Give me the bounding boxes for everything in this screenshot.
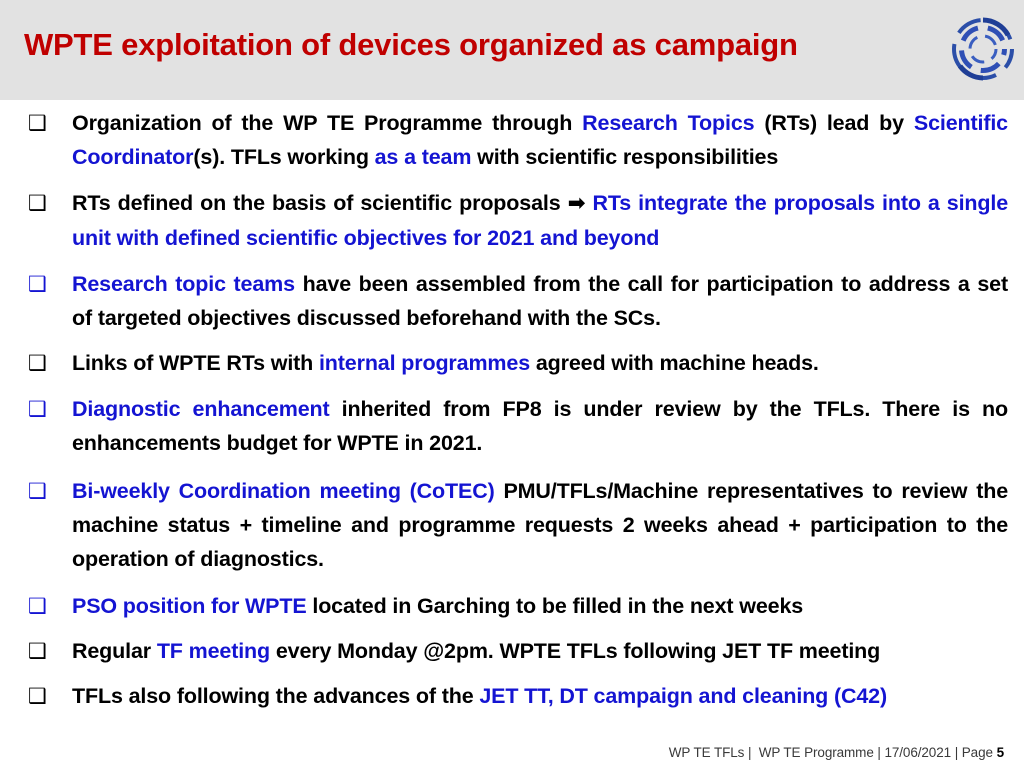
footer-programme: WP TE Programme [758, 745, 874, 760]
bullet-segment: every Monday @2pm. WPTE TFLs following J… [270, 639, 881, 663]
footer-separator: | [877, 745, 881, 760]
checkbox-bullet-icon: ❑ [28, 684, 47, 708]
right-arrow-icon: ➡ [567, 191, 586, 216]
bullet-segment-highlight: Diagnostic enhancement [72, 397, 330, 421]
bullet-text: Organization of the WP TE Programme thro… [72, 106, 1008, 174]
page-title: WPTE exploitation of devices organized a… [24, 27, 798, 62]
checkbox-bullet-icon: ❑ [28, 397, 47, 421]
checkbox-bullet-icon: ❑ [28, 272, 47, 296]
bullet-text: PSO position for WPTE located in Garchin… [72, 589, 1008, 623]
footer-page-label: Page [961, 745, 993, 760]
bullet-text: Regular TF meeting every Monday @2pm. WP… [72, 634, 1008, 668]
bullet-text: Research topic teams have been assembled… [72, 267, 1008, 335]
list-item: ❑ Research topic teams have been assembl… [0, 267, 1024, 335]
bullet-text: RTs defined on the basis of scientific p… [72, 186, 1008, 255]
footer-author: WP TE TFLs [668, 745, 745, 760]
bullet-segment: TFLs also following the advances of the [72, 684, 480, 708]
list-item: ❑ RTs defined on the basis of scientific… [0, 186, 1024, 255]
bullet-segment-highlight: Research topic teams [72, 272, 295, 296]
bullet-segment-highlight: Bi-weekly Coordination meeting (CoTEC) [72, 479, 495, 503]
bullet-segment-highlight: JET TT, DT campaign and cleaning (C42) [479, 684, 887, 708]
list-item: ❑ Diagnostic enhancement inherited from … [0, 392, 1024, 460]
footer-date: 17/06/2021 [884, 745, 952, 760]
list-item: ❑ PSO position for WPTE located in Garch… [0, 589, 1024, 623]
bullet-segment: agreed with machine heads. [530, 351, 819, 375]
list-item: ❑ Bi-weekly Coordination meeting (CoTEC)… [0, 474, 1024, 576]
bullet-segment-highlight: Research Topics [582, 111, 755, 135]
footer-separator: | [954, 745, 959, 760]
eurofusion-rings-logo [946, 8, 1020, 90]
list-item: ❑ Regular TF meeting every Monday @2pm. … [0, 634, 1024, 668]
bullet-segment: Regular [72, 639, 157, 663]
bullet-segment-highlight: internal programmes [318, 351, 531, 375]
bullet-segment-highlight: TF meeting [156, 639, 270, 663]
bullet-text: Links of WPTE RTs with internal programm… [72, 346, 1008, 380]
slide-footer: WP TE TFLs | WP TE Programme | 17/06/202… [669, 745, 1004, 760]
bullet-segment: (s). TFLs working [193, 145, 375, 169]
bullet-segment: RTs defined on the basis of scientific p… [72, 191, 568, 215]
list-item: ❑ TFLs also following the advances of th… [0, 679, 1024, 713]
checkbox-bullet-icon: ❑ [28, 351, 47, 375]
bullet-text: TFLs also following the advances of the … [72, 679, 1008, 713]
bullet-segment: (RTs) lead by [754, 111, 914, 135]
footer-separator: | [747, 745, 752, 760]
bullet-segment: with scientific responsibilities [471, 145, 779, 169]
footer-page-number: 5 [996, 745, 1005, 760]
bullet-segment [585, 191, 592, 215]
checkbox-bullet-icon: ❑ [28, 111, 47, 135]
checkbox-bullet-icon: ❑ [28, 479, 47, 503]
bullet-text: Diagnostic enhancement inherited from FP… [72, 392, 1008, 460]
bullet-segment: located in Garching to be filled in the … [306, 594, 804, 618]
checkbox-bullet-icon: ❑ [28, 191, 47, 215]
bullet-segment-highlight: as a team [374, 145, 472, 169]
slide-body: ❑ Organization of the WP TE Programme th… [0, 106, 1024, 726]
list-item: ❑ Links of WPTE RTs with internal progra… [0, 346, 1024, 380]
bullet-segment: Links of WPTE RTs with [72, 351, 319, 375]
bullet-text: Bi-weekly Coordination meeting (CoTEC) P… [72, 474, 1008, 576]
bullet-segment: Organization of the WP TE Programme thro… [72, 111, 583, 135]
bullet-segment-highlight: PSO position for WPTE [72, 594, 307, 618]
checkbox-bullet-icon: ❑ [28, 594, 47, 618]
list-item: ❑ Organization of the WP TE Programme th… [0, 106, 1024, 174]
checkbox-bullet-icon: ❑ [28, 639, 47, 663]
